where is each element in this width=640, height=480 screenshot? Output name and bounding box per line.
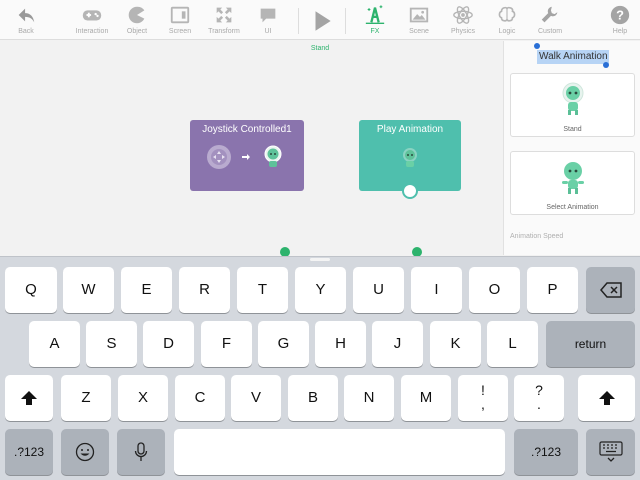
key-l[interactable]: L (487, 321, 538, 367)
key-top-char: ? (535, 382, 543, 398)
selection-handle-start[interactable] (534, 43, 540, 49)
card-label: Select Animation (546, 204, 599, 211)
key-u[interactable]: U (353, 267, 404, 313)
speech-bubble-icon (260, 8, 276, 23)
key-e[interactable]: E (121, 267, 172, 313)
shift-key-right[interactable] (578, 375, 635, 421)
select-animation-card[interactable]: Select Animation (510, 151, 635, 215)
key-r[interactable]: R (179, 267, 230, 313)
play-icon (315, 11, 331, 31)
alien-walking-icon (562, 162, 584, 194)
animation-speed-label: Animation Speed (510, 233, 564, 240)
key-question-period[interactable]: ? . (514, 375, 564, 421)
key-b[interactable]: B (288, 375, 338, 421)
shift-key-left[interactable] (5, 375, 53, 421)
question-icon: ? (610, 5, 630, 25)
custom-button[interactable]: Custom (524, 2, 576, 38)
key-n[interactable]: N (344, 375, 394, 421)
alien-character-icon (403, 148, 417, 167)
play-animation-node[interactable]: Play Animation (359, 120, 461, 199)
key-t[interactable]: T (237, 267, 288, 313)
animation-frame-card[interactable]: Stand (510, 73, 635, 137)
back-button[interactable]: Back (0, 2, 52, 38)
play-button[interactable] (296, 4, 348, 40)
return-key[interactable]: return (546, 321, 635, 367)
image-icon (409, 7, 429, 23)
onscreen-keyboard: Q W E R T Y U I O P A S D F G H J K L re… (0, 256, 640, 480)
dismiss-keyboard-key[interactable] (586, 429, 635, 475)
key-f[interactable]: F (201, 321, 252, 367)
app-window: Back Interaction Object Screen Transform… (0, 0, 640, 480)
node-title: Play Animation (376, 124, 444, 135)
key-i[interactable]: I (411, 267, 462, 313)
numbers-key-left[interactable]: .?123 (5, 429, 53, 475)
numbers-key-right[interactable]: .?123 (514, 429, 578, 475)
key-top-char: ! (481, 382, 485, 398)
backspace-key[interactable] (586, 267, 635, 313)
help-button[interactable]: ? Help (594, 2, 640, 38)
key-exclaim-comma[interactable]: ! , (458, 375, 508, 421)
key-p[interactable]: P (527, 267, 578, 313)
joystick-controlled-node[interactable]: Joystick Controlled1 (190, 120, 304, 191)
dictation-key[interactable] (117, 429, 165, 475)
expand-arrows-icon (216, 7, 232, 23)
microphone-icon (134, 442, 148, 461)
emoji-icon (75, 442, 95, 462)
key-d[interactable]: D (143, 321, 194, 367)
emoji-key[interactable] (61, 429, 109, 475)
keyboard-grabber[interactable] (310, 258, 330, 261)
logic-canvas[interactable]: Stand Joystick Controlled1 Play Animatio… (0, 41, 503, 296)
shift-arrow-icon (21, 391, 37, 405)
backspace-icon (599, 282, 622, 298)
animation-panel: Walk Animation Stand Select Animation An… (503, 41, 640, 255)
atom-icon (453, 6, 473, 24)
ui-button[interactable]: UI (242, 2, 294, 38)
wrench-icon (541, 6, 558, 23)
shift-arrow-icon (598, 391, 615, 405)
key-z[interactable]: Z (61, 375, 111, 421)
key-a[interactable]: A (29, 321, 80, 367)
key-k[interactable]: K (430, 321, 481, 367)
selection-handle-end[interactable] (603, 62, 609, 68)
keyboard-dismiss-icon (598, 441, 623, 462)
svg-text:?: ? (616, 8, 624, 23)
toolbar-divider (345, 8, 346, 34)
key-x[interactable]: X (118, 375, 168, 421)
key-h[interactable]: H (315, 321, 366, 367)
key-q[interactable]: Q (5, 267, 57, 313)
joystick-icon (207, 145, 231, 169)
card-label: Stand (563, 126, 582, 133)
node-output-port[interactable] (402, 183, 418, 199)
alien-character-icon (264, 145, 282, 167)
gamepad-icon (82, 10, 102, 21)
key-y[interactable]: Y (295, 267, 346, 313)
key-bottom-char: , (481, 396, 485, 412)
arrow-right-icon (242, 154, 250, 160)
key-w[interactable]: W (63, 267, 114, 313)
alien-standing-icon (562, 82, 584, 115)
key-g[interactable]: G (258, 321, 309, 367)
key-s[interactable]: S (86, 321, 137, 367)
brain-icon (498, 6, 516, 22)
key-m[interactable]: M (401, 375, 451, 421)
top-toolbar: Back Interaction Object Screen Transform… (0, 0, 640, 40)
space-key[interactable] (174, 429, 505, 475)
screen-icon (170, 6, 190, 24)
fx-sparkle-icon (365, 5, 385, 24)
key-j[interactable]: J (372, 321, 423, 367)
node-title: Joystick Controlled1 (202, 124, 292, 135)
key-c[interactable]: C (175, 375, 225, 421)
back-arrow-icon (18, 8, 35, 23)
key-o[interactable]: O (469, 267, 520, 313)
pacman-icon (128, 6, 145, 24)
animation-name-field[interactable]: Walk Animation (537, 50, 609, 64)
key-bottom-char: . (537, 396, 541, 412)
key-v[interactable]: V (231, 375, 281, 421)
